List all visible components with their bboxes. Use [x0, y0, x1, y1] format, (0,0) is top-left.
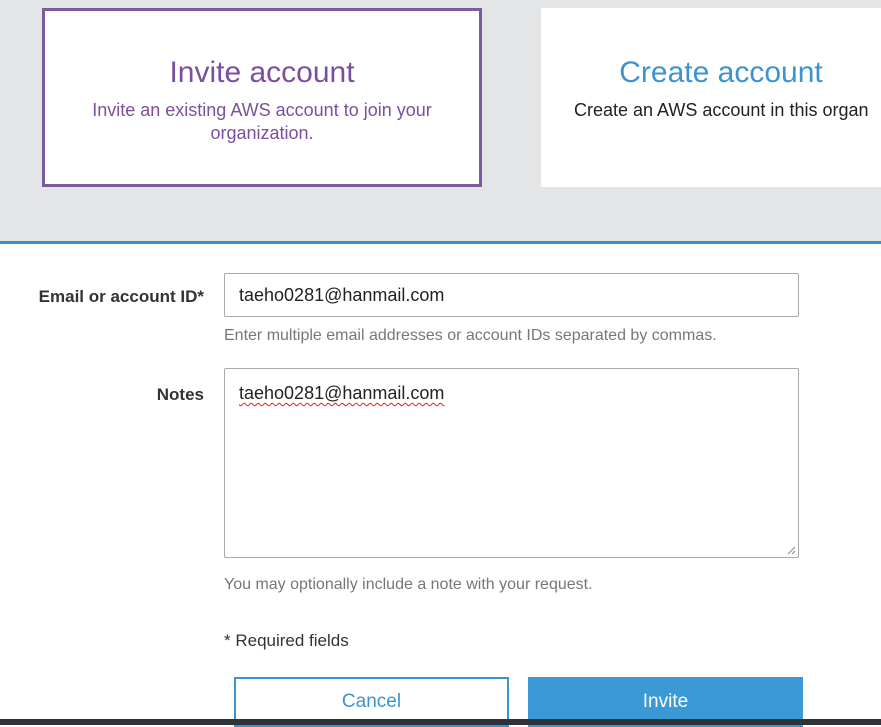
- resize-grip-icon[interactable]: [786, 545, 796, 555]
- create-account-description: Create an AWS account in this organ: [574, 100, 869, 120]
- notes-textarea[interactable]: taeho0281@hanmail.com: [224, 368, 799, 558]
- create-account-title: Create account: [619, 56, 823, 89]
- email-field-label: Email or account ID*: [38, 287, 204, 306]
- invite-account-card[interactable]: Invite account Invite an existing AWS ac…: [42, 8, 482, 187]
- notes-field-label: Notes: [156, 385, 204, 404]
- section-divider: [0, 241, 881, 244]
- email-hint: Enter multiple email addresses or accoun…: [224, 327, 717, 344]
- required-fields-note: * Required fields: [224, 631, 349, 650]
- email-input[interactable]: taeho0281@hanmail.com: [224, 273, 799, 317]
- bottom-bar: [0, 719, 881, 725]
- invite-account-description: Invite an existing AWS account to join y…: [92, 100, 432, 143]
- notes-hint: You may optionally include a note with y…: [224, 576, 593, 593]
- notes-text: taeho0281@hanmail.com: [239, 383, 445, 403]
- invite-account-title: Invite account: [169, 56, 355, 89]
- create-account-card[interactable]: Create account Create an AWS account in …: [541, 8, 881, 187]
